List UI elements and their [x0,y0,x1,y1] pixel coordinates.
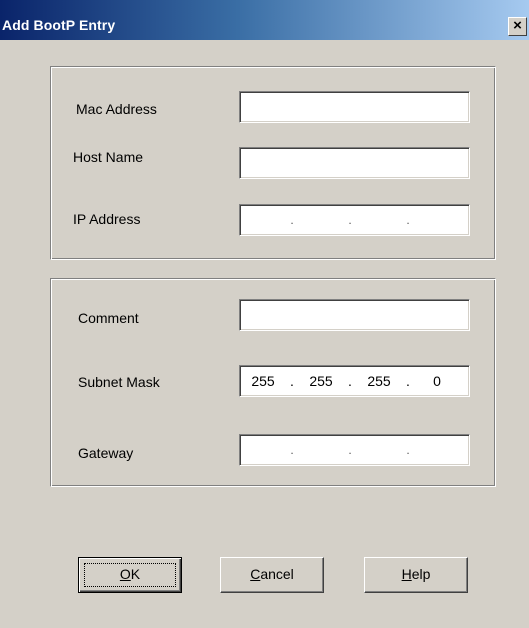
mac-address-input[interactable] [239,91,470,123]
ok-button[interactable]: OK [78,557,182,593]
ip-separator: . [406,373,410,389]
comment-input[interactable] [239,299,470,331]
close-button[interactable]: × [508,17,527,36]
gateway-label: Gateway [78,445,134,461]
subnet-octet-3[interactable]: 255 [360,373,398,389]
subnet-mask-label: Subnet Mask [78,374,160,390]
title-bar[interactable]: Add BootP Entry × [0,0,529,40]
gateway-input[interactable]: . . . [239,434,470,466]
ip-separator: . [290,443,294,457]
subnet-octet-4[interactable]: 0 [418,373,456,389]
ip-separator: . [406,213,410,227]
help-button-label: Help [401,566,431,582]
ip-separator: . [406,443,410,457]
ip-separator: . [348,443,352,457]
ip-address-label: IP Address [73,211,141,227]
cancel-button[interactable]: Cancel [220,557,324,593]
host-name-input[interactable] [239,147,470,179]
ip-address-input[interactable]: . . . [239,204,470,236]
subnet-mask-input[interactable]: 255 . 255 . 255 . 0 [239,365,470,397]
cancel-button-label: Cancel [250,566,294,582]
ip-separator: . [348,373,352,389]
ip-separator: . [348,213,352,227]
close-icon: × [513,17,522,34]
ip-separator: . [290,373,294,389]
host-name-label: Host Name [73,149,144,165]
mac-address-label: Mac Address [76,101,157,117]
window-title: Add BootP Entry [2,17,116,33]
subnet-octet-2[interactable]: 255 [302,373,340,389]
help-button[interactable]: Help [364,557,468,593]
subnet-octet-1[interactable]: 255 [244,373,282,389]
ok-button-label: OK [119,566,141,582]
comment-label: Comment [78,310,139,326]
ip-separator: . [290,213,294,227]
